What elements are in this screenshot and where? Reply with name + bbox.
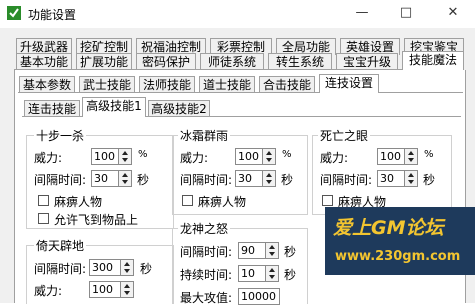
watermark-logo: 爱上GM论坛	[333, 217, 444, 239]
yitian-interval-spinner[interactable]	[120, 259, 134, 276]
bingshuang-power-input[interactable]: 100	[235, 148, 263, 165]
minimize-button[interactable]: —	[346, 0, 378, 28]
tab-skill-magic[interactable]: 技能魔法	[402, 51, 464, 70]
siwang-power-unit: %	[424, 149, 434, 160]
bingshuang-paralyze-checkbox[interactable]	[182, 195, 193, 206]
tab-extended[interactable]: 扩展功能	[76, 53, 132, 70]
siwang-interval-label: 间隔时间:	[320, 173, 373, 187]
tab-row-3-baseline	[18, 92, 319, 93]
bingshuang-paralyze-label: 麻痹人物	[198, 195, 247, 209]
siwang-paralyze-checkbox[interactable]	[322, 195, 333, 206]
siwang-interval-spinner[interactable]	[404, 170, 418, 187]
bingshuang-power-label: 威力:	[180, 151, 209, 165]
longshen-max-label: 最大攻值:	[180, 291, 233, 305]
yitian-interval-label: 间隔时间:	[34, 262, 87, 276]
tab-rebirth[interactable]: 转生系统	[268, 53, 332, 70]
group-yitian-title: 倚天辟地	[34, 237, 87, 254]
tab-basic-functions[interactable]: 基本功能	[16, 53, 72, 70]
siwang-interval-unit: 秒	[423, 173, 436, 187]
window-title: 功能设置	[28, 8, 77, 22]
group-bingshuang-title: 冰霜群雨	[178, 127, 231, 144]
longshen-duration-unit: 秒	[284, 268, 297, 282]
app-icon	[7, 6, 21, 20]
shibu-fly-label: 允许飞到物品上	[54, 213, 139, 227]
longshen-interval-spinner[interactable]	[265, 242, 279, 259]
tab-taoist-skills[interactable]: 道士技能	[199, 76, 255, 93]
shibu-interval-unit: 秒	[137, 173, 150, 187]
shibu-power-unit: %	[138, 149, 148, 160]
tab-password[interactable]: 密码保护	[136, 53, 196, 70]
yitian-power-input[interactable]: 100	[89, 281, 121, 298]
bingshuang-power-unit: %	[282, 149, 292, 160]
tab-chain-settings[interactable]: 连技设置	[319, 74, 379, 93]
longshen-interval-input[interactable]: 90	[238, 242, 266, 259]
longshen-duration-spinner[interactable]	[265, 265, 279, 282]
bingshuang-interval-input[interactable]: 30	[235, 170, 263, 187]
shibu-fly-checkbox[interactable]	[38, 213, 49, 224]
tab-mage-skills[interactable]: 法师技能	[139, 76, 195, 93]
bingshuang-interval-unit: 秒	[281, 173, 294, 187]
tab-row-4-baseline-right	[146, 116, 461, 117]
bingshuang-interval-label: 间隔时间:	[180, 173, 233, 187]
watermark-banner: 爱上GM论坛 www.230gm.com	[325, 207, 475, 275]
shibu-interval-label: 间隔时间:	[34, 173, 87, 187]
siwang-power-input[interactable]: 100	[377, 148, 405, 165]
group-longshen-title: 龙神之怒	[178, 220, 231, 237]
tab-pet-upgrade[interactable]: 宝宝升级	[336, 53, 398, 70]
shibu-power-input[interactable]: 100	[91, 148, 119, 165]
yitian-power-label: 威力:	[34, 284, 63, 298]
siwang-power-spinner[interactable]	[404, 148, 418, 165]
yitian-interval-unit: 秒	[140, 262, 153, 276]
group-siwang-title: 死亡之眼	[318, 127, 371, 144]
shibu-power-spinner[interactable]	[118, 148, 132, 165]
title-bar: 功能设置 — □ ✕	[0, 0, 475, 28]
tab-basic-params[interactable]: 基本参数	[19, 76, 75, 93]
tab-advanced-1[interactable]: 高级技能1	[82, 97, 146, 117]
tab-combo-skills[interactable]: 合击技能	[259, 76, 315, 93]
longshen-duration-input[interactable]: 10	[238, 265, 266, 282]
tab-row-3-baseline-right	[379, 92, 463, 93]
shibu-interval-input[interactable]: 30	[91, 170, 119, 187]
siwang-interval-input[interactable]: 30	[377, 170, 405, 187]
bingshuang-interval-spinner[interactable]	[262, 170, 276, 187]
tab-master[interactable]: 师徒系统	[200, 53, 264, 70]
shibu-paralyze-checkbox[interactable]	[38, 195, 49, 206]
yitian-interval-input[interactable]: 300	[89, 259, 121, 276]
close-button[interactable]: ✕	[437, 0, 469, 28]
longshen-max-input[interactable]: 10000	[238, 288, 280, 305]
group-shibu-title: 十步一杀	[34, 127, 87, 144]
tab-advanced-2[interactable]: 高级技能2	[148, 100, 210, 117]
tab-combo-attack[interactable]: 连击技能	[24, 100, 80, 117]
siwang-power-label: 威力:	[320, 151, 349, 165]
yitian-power-spinner[interactable]	[120, 281, 134, 298]
watermark-url: www.230gm.com	[335, 249, 461, 264]
longshen-interval-unit: 秒	[284, 245, 297, 259]
tab-row-4-baseline	[22, 116, 82, 117]
shibu-power-label: 威力:	[34, 151, 63, 165]
longshen-interval-label: 间隔时间:	[180, 245, 233, 259]
shibu-paralyze-label: 麻痹人物	[54, 195, 103, 209]
shibu-interval-spinner[interactable]	[118, 170, 132, 187]
longshen-duration-label: 持续时间:	[180, 268, 233, 282]
tab-warrior-skills[interactable]: 武士技能	[79, 76, 135, 93]
maximize-button[interactable]: □	[390, 0, 422, 28]
bingshuang-power-spinner[interactable]	[262, 148, 276, 165]
